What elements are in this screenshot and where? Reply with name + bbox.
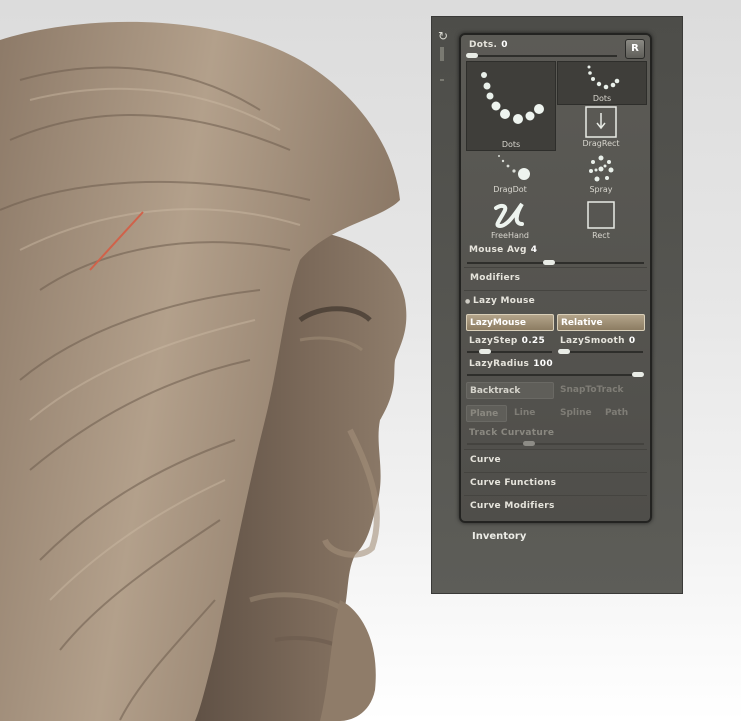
lazyradius-knob[interactable] xyxy=(632,372,644,377)
dots-slider-label: Dots. 0 xyxy=(469,40,508,50)
track-curvature-knob[interactable] xyxy=(523,441,535,446)
dragdot-icon xyxy=(498,155,530,180)
lazysmooth-track[interactable] xyxy=(558,351,643,353)
lazystep-label: LazyStep 0.25 xyxy=(469,336,546,346)
lazy-mouse-label: Lazy Mouse xyxy=(473,296,536,306)
mouse-avg-knob[interactable] xyxy=(543,260,555,265)
freehand-icon xyxy=(494,202,524,229)
lazystep-knob[interactable] xyxy=(479,349,491,354)
curve-section[interactable]: Curve xyxy=(464,449,647,470)
spline-button[interactable]: Spline xyxy=(557,405,599,422)
stroke-popup-panel: Dots. 0 R Dots Dots DragRect DragDot Spr… xyxy=(459,33,652,523)
lazy-mouse-section[interactable]: ● Lazy Mouse xyxy=(464,290,647,311)
stroke-tile-dots[interactable]: Dots xyxy=(557,61,647,105)
lazyradius-label: LazyRadius 100 xyxy=(469,359,553,369)
dots-slider-knob[interactable] xyxy=(466,53,478,58)
modifiers-section[interactable]: Modifiers xyxy=(464,267,647,288)
curve-modifiers-label: Curve Modifiers xyxy=(470,501,555,511)
plane-button[interactable]: Plane xyxy=(466,405,507,422)
zbrush-viewport[interactable]: ↻ Inventory Dots. 0 R Dots Dots DragRect… xyxy=(0,0,741,721)
curve-functions-label: Curve Functions xyxy=(470,478,557,488)
stroke-tile-rect[interactable]: Rect xyxy=(557,198,645,241)
section-bullet-icon: ● xyxy=(465,298,471,305)
tile-caption: Dots xyxy=(501,140,521,149)
curve-modifiers-section[interactable]: Curve Modifiers xyxy=(464,495,647,516)
inventory-section[interactable]: Inventory xyxy=(472,531,526,542)
reset-button[interactable]: R xyxy=(625,39,645,59)
track-curvature-label: Track Curvature xyxy=(469,428,555,438)
tile-caption: DragDot xyxy=(493,185,527,194)
modifiers-label: Modifiers xyxy=(470,273,521,283)
track-curvature-track[interactable] xyxy=(467,443,644,445)
refresh-icon[interactable]: ↻ xyxy=(438,29,448,43)
spray-icon xyxy=(589,155,614,182)
tile-caption: DragRect xyxy=(582,139,620,148)
palette-edge-mark xyxy=(440,47,444,61)
tile-caption: Rect xyxy=(592,231,610,240)
palette-edge-mark xyxy=(440,79,444,81)
lazysmooth-knob[interactable] xyxy=(558,349,570,354)
mouse-avg-track[interactable] xyxy=(467,262,644,264)
snaptotrack-toggle[interactable]: SnapToTrack xyxy=(557,382,645,399)
path-button[interactable]: Path xyxy=(602,405,644,422)
curve-functions-section[interactable]: Curve Functions xyxy=(464,472,647,493)
dots-small-icon xyxy=(587,65,620,90)
lazymouse-toggle[interactable]: LazyMouse xyxy=(466,314,554,331)
backtrack-toggle[interactable]: Backtrack xyxy=(466,382,554,399)
rect-icon xyxy=(587,201,615,229)
lazysmooth-label: LazySmooth 0 xyxy=(560,336,636,346)
dragrect-icon xyxy=(585,106,617,138)
stroke-tile-freehand[interactable]: FreeHand xyxy=(466,198,554,241)
tile-caption: FreeHand xyxy=(490,231,530,240)
tile-caption: Dots xyxy=(592,94,612,103)
relative-toggle[interactable]: Relative xyxy=(557,314,645,331)
mouse-avg-label: Mouse Avg 4 xyxy=(469,245,538,255)
curve-label: Curve xyxy=(470,455,501,465)
line-button[interactable]: Line xyxy=(511,405,551,422)
stroke-tile-dots-large[interactable]: Dots xyxy=(466,61,556,151)
stroke-tile-dragrect[interactable]: DragRect xyxy=(557,105,645,149)
stroke-tile-spray[interactable]: Spray xyxy=(557,152,645,195)
dots-stroke-icon xyxy=(481,72,544,124)
stroke-tile-dragdot[interactable]: DragDot xyxy=(466,152,554,195)
tile-caption: Spray xyxy=(589,185,613,194)
dots-slider-track[interactable] xyxy=(467,55,617,57)
lazyradius-track[interactable] xyxy=(467,374,644,376)
